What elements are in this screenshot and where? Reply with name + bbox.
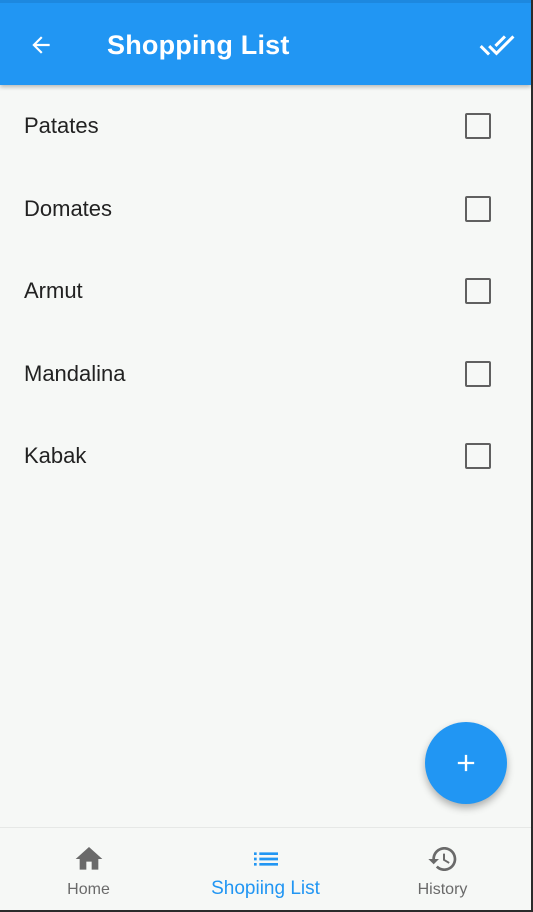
home-icon [73, 844, 105, 874]
item-checkbox[interactable] [465, 195, 491, 222]
item-checkbox[interactable] [465, 113, 491, 139]
add-item-button[interactable] [425, 722, 507, 804]
item-label: Domates [24, 195, 113, 221]
item-checkbox[interactable] [465, 443, 491, 469]
add-icon [457, 754, 475, 772]
shopping-list: Patates Domates Armut Mandalina Kabak [0, 85, 531, 498]
item-label: Mandalina [24, 360, 126, 386]
history-icon [427, 844, 459, 874]
list-icon [250, 844, 282, 874]
item-label: Armut [24, 278, 83, 303]
status-strip [0, 0, 531, 3]
list-item[interactable]: Patates [0, 85, 531, 168]
item-checkbox[interactable] [465, 360, 491, 387]
list-item[interactable]: Kabak [0, 415, 531, 498]
list-item[interactable]: Domates [0, 168, 531, 251]
nav-item-home[interactable]: Home [0, 828, 177, 910]
item-label: Kabak [24, 443, 87, 468]
item-label: Patates [24, 113, 99, 138]
nav-item-history[interactable]: History [354, 828, 531, 910]
nav-label-history: History [417, 881, 468, 898]
bottom-navigation: Home Shopiing List History [0, 827, 531, 910]
list-item[interactable]: Mandalina [0, 333, 531, 416]
app-bar: Shopping List [0, 0, 531, 85]
page-title: Shopping List [107, 30, 290, 60]
nav-label-home: Home [67, 881, 110, 898]
list-item[interactable]: Armut [0, 250, 531, 333]
item-checkbox[interactable] [465, 278, 491, 304]
done-all-icon [479, 35, 515, 56]
arrow-back-icon [32, 36, 50, 54]
nav-item-shopping-list[interactable]: Shopiing List [177, 828, 354, 910]
nav-label-shopping-list: Shopiing List [211, 878, 320, 899]
back-button[interactable] [22, 26, 60, 64]
app-screen: Shopping List Patates Domates Armut Mand… [0, 0, 531, 910]
mark-all-done-button[interactable] [477, 26, 517, 64]
